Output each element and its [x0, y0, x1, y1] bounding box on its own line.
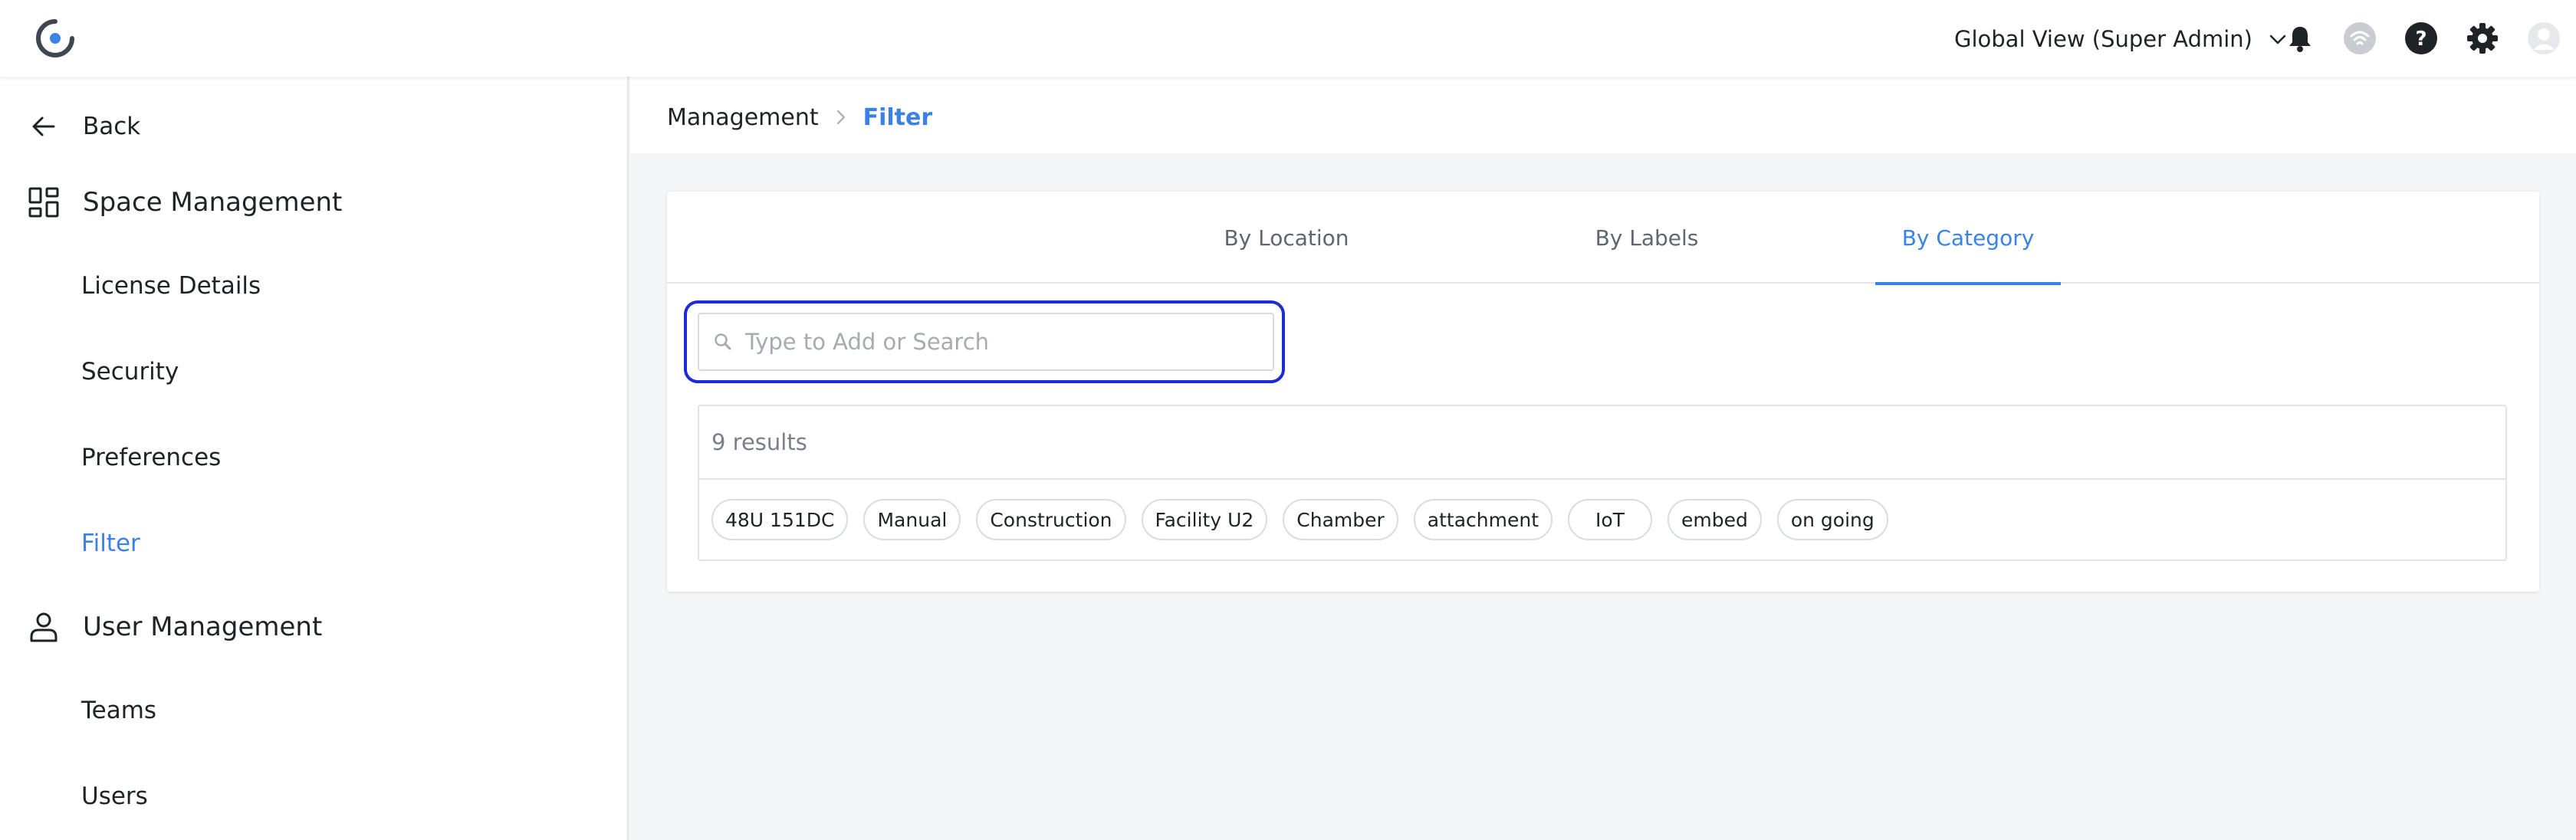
- sidebar: Back Space Management License Details Se…: [0, 77, 629, 840]
- category-chip[interactable]: 48U 151DC: [711, 499, 849, 540]
- wifi-status-icon[interactable]: [2341, 20, 2378, 57]
- category-chip[interactable]: Manual: [863, 499, 961, 540]
- category-chip[interactable]: Chamber: [1283, 499, 1398, 540]
- category-chip[interactable]: attachment: [1413, 499, 1553, 540]
- sidebar-section-label: Space Management: [83, 187, 343, 218]
- category-chip[interactable]: IoT: [1568, 499, 1652, 540]
- back-label: Back: [83, 113, 141, 140]
- user-avatar-icon[interactable]: [2525, 20, 2562, 57]
- breadcrumb: Management Filter: [667, 98, 932, 136]
- back-button[interactable]: Back: [31, 107, 140, 146]
- category-chip[interactable]: Construction: [976, 499, 1126, 540]
- arrow-left-icon: [32, 116, 55, 136]
- sidebar-item-users[interactable]: Users: [81, 777, 148, 815]
- top-bar: Global View (Super Admin) ?: [0, 0, 2576, 77]
- search-field[interactable]: [698, 313, 1274, 371]
- global-view-label: Global View (Super Admin): [1954, 26, 2252, 52]
- sidebar-item-filter[interactable]: Filter: [81, 524, 140, 563]
- filter-tabs: By Location By Labels By Category: [667, 192, 2539, 285]
- sidebar-item-security[interactable]: Security: [81, 353, 179, 391]
- filter-card: By Location By Labels By Category 9 resu…: [667, 192, 2539, 592]
- tab-by-location[interactable]: By Location: [1155, 192, 1418, 284]
- gear-icon[interactable]: [2464, 20, 2501, 57]
- category-chip-list: 48U 151DC Manual Construction Facility U…: [699, 480, 2505, 559]
- tab-by-category[interactable]: By Category: [1875, 192, 2061, 285]
- bell-icon[interactable]: [2282, 20, 2318, 57]
- breadcrumb-item-management[interactable]: Management: [667, 104, 819, 131]
- sidebar-item-license-details[interactable]: License Details: [81, 267, 261, 305]
- person-icon: [30, 612, 58, 642]
- sidebar-section-label: User Management: [83, 612, 323, 642]
- svg-text:?: ?: [2415, 28, 2426, 51]
- category-chip[interactable]: embed: [1667, 499, 1762, 540]
- results-panel: 9 results 48U 151DC Manual Construction …: [698, 405, 2507, 561]
- sidebar-section-user-management[interactable]: User Management: [28, 604, 322, 650]
- dashboard-grid-icon: [28, 187, 59, 218]
- search-input[interactable]: [745, 319, 1273, 365]
- sidebar-item-preferences[interactable]: Preferences: [81, 438, 221, 477]
- global-view-dropdown[interactable]: Global View (Super Admin): [1954, 21, 2288, 57]
- sidebar-item-teams[interactable]: Teams: [81, 691, 156, 730]
- search-icon: [715, 333, 731, 350]
- results-count: 9 results: [699, 406, 2505, 480]
- chevron-right-icon: [836, 110, 845, 125]
- category-chip[interactable]: Facility U2: [1141, 499, 1268, 540]
- breadcrumb-item-filter: Filter: [863, 103, 933, 131]
- help-icon[interactable]: ?: [2403, 20, 2440, 57]
- logo-icon[interactable]: [32, 15, 78, 61]
- sidebar-section-space-management[interactable]: Space Management: [28, 179, 342, 225]
- tab-by-labels[interactable]: By Labels: [1532, 192, 1762, 284]
- breadcrumb-bar: Management Filter: [630, 77, 2576, 153]
- category-chip[interactable]: on going: [1776, 499, 1888, 540]
